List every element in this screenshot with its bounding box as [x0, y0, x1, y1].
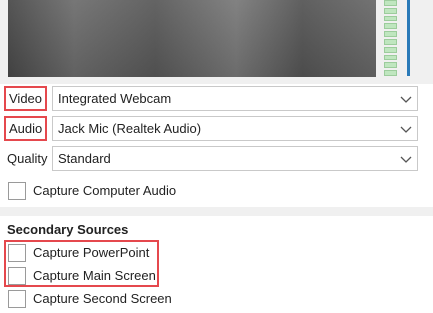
- section-divider: [0, 207, 433, 216]
- audio-level-meter: [384, 0, 397, 76]
- quality-dropdown[interactable]: Standard: [52, 146, 418, 171]
- capture-main-screen-checkbox[interactable]: [8, 267, 26, 285]
- audio-dropdown[interactable]: Jack Mic (Realtek Audio): [52, 116, 418, 141]
- video-dropdown-value: Integrated Webcam: [58, 91, 172, 106]
- capture-computer-audio-label: Capture Computer Audio: [33, 183, 177, 198]
- capture-computer-audio-row: Capture Computer Audio: [0, 182, 433, 202]
- chevron-down-icon: [400, 156, 412, 163]
- audio-dropdown-value: Jack Mic (Realtek Audio): [58, 121, 202, 136]
- capture-second-screen-checkbox[interactable]: [8, 290, 26, 308]
- chevron-down-icon: [400, 126, 412, 133]
- audio-label: Audio: [4, 116, 48, 141]
- secondary-sources-heading: Secondary Sources: [7, 222, 129, 237]
- video-dropdown[interactable]: Integrated Webcam: [52, 86, 418, 111]
- webcam-preview: [8, 0, 376, 77]
- capture-powerpoint-row: Capture PowerPoint: [0, 244, 433, 264]
- video-label: Video: [4, 86, 48, 111]
- quality-dropdown-value: Standard: [58, 151, 111, 166]
- capture-main-screen-label: Capture Main Screen: [33, 268, 156, 283]
- video-row: Video Integrated Webcam: [0, 86, 433, 111]
- preview-area: [0, 0, 433, 84]
- capture-powerpoint-checkbox[interactable]: [8, 244, 26, 262]
- chevron-down-icon: [400, 96, 412, 103]
- capture-main-screen-row: Capture Main Screen: [0, 267, 433, 287]
- quality-row: Quality Standard: [0, 146, 433, 171]
- capture-second-screen-row: Capture Second Screen: [0, 290, 433, 310]
- audio-row: Audio Jack Mic (Realtek Audio): [0, 116, 433, 141]
- level-meter-bar: [407, 0, 410, 76]
- quality-label: Quality: [7, 151, 48, 166]
- capture-powerpoint-label: Capture PowerPoint: [33, 245, 150, 260]
- capture-computer-audio-checkbox[interactable]: [8, 182, 26, 200]
- capture-second-screen-label: Capture Second Screen: [33, 291, 172, 306]
